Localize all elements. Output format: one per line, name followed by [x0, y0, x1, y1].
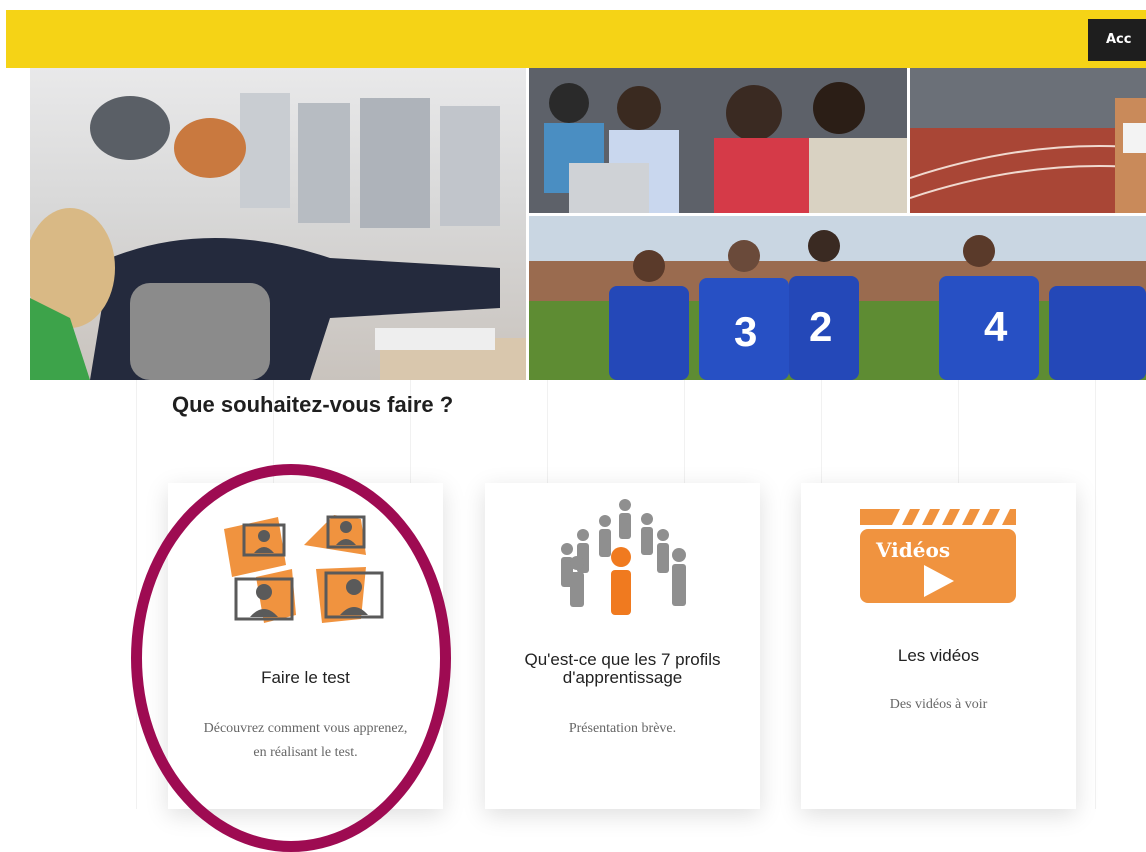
svg-text:3: 3	[734, 308, 757, 355]
svg-text:4: 4	[984, 303, 1008, 350]
banner-photo-students-computers	[30, 68, 526, 380]
top-bar: Acc	[6, 10, 1146, 68]
card-description: Présentation brève.	[568, 721, 677, 736]
video-icon-label: Vidéos	[875, 538, 950, 562]
card-title: Faire le test	[261, 668, 350, 687]
banner-photo-football-team: 3 2 4	[529, 216, 1146, 380]
card-title: Les vidéos	[897, 646, 980, 665]
card-description: Des vidéos à voir	[889, 697, 988, 712]
card-take-test[interactable]: Faire le test Découvrez comment vous app…	[168, 483, 443, 809]
account-button[interactable]: Acc	[1088, 19, 1146, 61]
people-group-icon	[555, 497, 695, 621]
card-seven-profiles[interactable]: Qu'est-ce que les 7 profils d'apprentiss…	[485, 483, 760, 809]
card-description: Découvrez comment vous apprenez, en réal…	[203, 721, 408, 760]
computer-group-icon	[216, 507, 396, 631]
card-videos[interactable]: Vidéos Les vidéos Des vidéos à voir	[801, 483, 1076, 809]
card-title: Qu'est-ce que les 7 profils d'apprentiss…	[524, 650, 721, 687]
banner-photo-study-group	[529, 68, 907, 213]
svg-text:2: 2	[809, 303, 832, 350]
hero-banner: 3 2 4	[30, 68, 1146, 380]
video-clapperboard-icon: Vidéos	[858, 509, 1018, 613]
section-title: Que souhaitez-vous faire ?	[172, 392, 454, 417]
banner-photo-athletics	[910, 68, 1146, 213]
